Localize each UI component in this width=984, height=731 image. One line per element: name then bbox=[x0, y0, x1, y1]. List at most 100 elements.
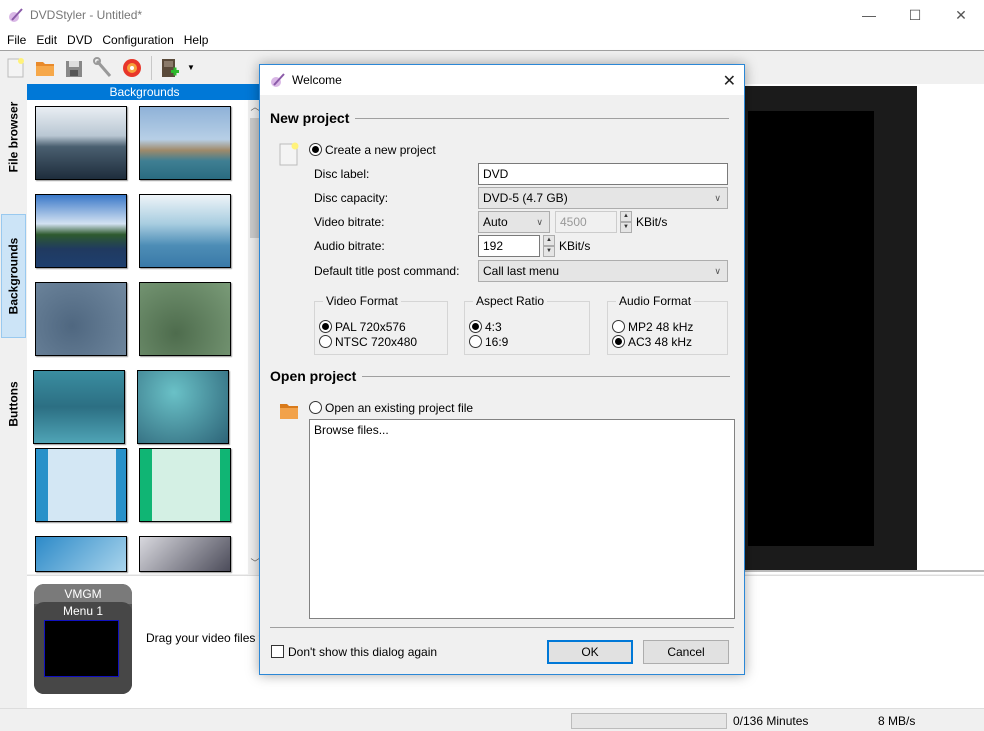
dvdstyler-app-icon bbox=[271, 73, 285, 87]
wrench-icon bbox=[93, 56, 112, 77]
audio-format-label: Audio Format bbox=[616, 294, 695, 308]
disc-capacity-select[interactable]: DVD-5 (4.7 GB) ∨ bbox=[478, 187, 728, 209]
create-new-project-label: Create a new project bbox=[325, 143, 436, 157]
close-window-button[interactable]: ✕ bbox=[938, 0, 984, 30]
settings-button[interactable] bbox=[91, 56, 115, 80]
background-thumb-teal-stripes[interactable] bbox=[33, 370, 125, 444]
save-icon bbox=[66, 60, 82, 77]
disc-capacity-label: Disc capacity: bbox=[314, 191, 389, 205]
tab-buttons[interactable]: Buttons bbox=[1, 364, 26, 444]
create-new-project-radio[interactable]: Create a new project bbox=[309, 143, 436, 157]
section-divider bbox=[362, 375, 731, 377]
background-thumb-green-frame[interactable] bbox=[139, 448, 231, 522]
burn-disc-icon bbox=[123, 58, 141, 77]
dvdstyler-app-icon bbox=[9, 8, 23, 22]
post-command-label: Default title post command: bbox=[314, 264, 460, 278]
add-file-dropdown-arrow[interactable]: ▼ bbox=[187, 63, 197, 72]
menu-help[interactable]: Help bbox=[179, 33, 214, 47]
vmgm-label: VMGM bbox=[34, 584, 132, 604]
save-project-button[interactable] bbox=[62, 56, 86, 80]
menu-canvas[interactable] bbox=[743, 86, 917, 571]
background-thumb-sea-clouds[interactable] bbox=[35, 106, 127, 180]
open-existing-project-radio[interactable]: Open an existing project file bbox=[309, 401, 473, 415]
spin-down-icon[interactable]: ▼ bbox=[620, 222, 632, 233]
burn-dvd-button[interactable] bbox=[120, 56, 144, 80]
post-command-value: Call last menu bbox=[483, 264, 560, 278]
cancel-button[interactable]: Cancel bbox=[643, 640, 729, 664]
disc-label-input[interactable]: DVD bbox=[478, 163, 728, 185]
background-thumb-blue-wave[interactable] bbox=[139, 194, 231, 268]
menu-thumbnail[interactable] bbox=[44, 620, 119, 677]
aspect-4-3-radio[interactable]: 4:3 bbox=[469, 320, 502, 334]
open-project-button[interactable] bbox=[33, 56, 57, 80]
ac3-label: AC3 48 kHz bbox=[628, 335, 693, 349]
aspect-16-9-radio[interactable]: 16:9 bbox=[469, 335, 508, 349]
background-thumb-blue-gradient[interactable] bbox=[35, 536, 127, 572]
new-project-section: New project bbox=[270, 110, 730, 126]
vmgm-menu-item[interactable]: VMGM Menu 1 bbox=[34, 584, 132, 694]
video-bitrate-mode-select[interactable]: Auto ∨ bbox=[478, 211, 550, 233]
background-thumb-teal-texture[interactable] bbox=[137, 370, 229, 444]
chevron-down-icon: ∨ bbox=[536, 217, 543, 227]
tab-file-browser[interactable]: File browser bbox=[1, 92, 26, 182]
audio-bitrate-unit: KBit/s bbox=[559, 239, 591, 253]
new-document-icon bbox=[279, 142, 299, 166]
minimize-button[interactable]: — bbox=[846, 0, 892, 30]
disc-capacity-value: DVD-5 (4.7 GB) bbox=[483, 191, 568, 205]
video-format-group: Video Format PAL 720x576 NTSC 720x480 bbox=[314, 294, 448, 355]
mp2-label: MP2 48 kHz bbox=[628, 320, 694, 334]
menu-dvd[interactable]: DVD bbox=[62, 33, 97, 47]
background-thumb-coast[interactable] bbox=[35, 194, 127, 268]
radio-indicator bbox=[612, 335, 625, 348]
aspect-16-9-label: 16:9 bbox=[485, 335, 509, 349]
dont-show-again-label: Don't show this dialog again bbox=[288, 645, 438, 659]
folder-icon bbox=[36, 61, 54, 76]
aspect-ratio-group: Aspect Ratio 4:3 16:9 bbox=[464, 294, 590, 355]
mp2-radio[interactable]: MP2 48 kHz bbox=[612, 320, 693, 334]
spin-down-icon[interactable]: ▼ bbox=[543, 246, 555, 257]
radio-indicator bbox=[319, 320, 332, 333]
video-bitrate-input[interactable]: 4500 bbox=[555, 211, 617, 233]
sidebar-tabs: File browser Backgrounds Buttons bbox=[0, 84, 27, 574]
browse-files-item[interactable]: Browse files... bbox=[314, 423, 730, 437]
tab-backgrounds[interactable]: Backgrounds bbox=[1, 214, 26, 338]
video-bitrate-unit: KBit/s bbox=[636, 215, 668, 229]
audio-bitrate-spinner[interactable]: ▲ ▼ bbox=[543, 235, 555, 257]
menu-edit[interactable]: Edit bbox=[31, 33, 62, 47]
background-thumb-green[interactable] bbox=[139, 282, 231, 356]
new-project-button[interactable] bbox=[4, 56, 28, 80]
menu-configuration[interactable]: Configuration bbox=[97, 33, 178, 47]
audio-bitrate-input[interactable]: 192 bbox=[478, 235, 540, 257]
chevron-down-icon: ∨ bbox=[714, 193, 721, 203]
radio-indicator bbox=[319, 335, 332, 348]
ac3-radio[interactable]: AC3 48 kHz bbox=[612, 335, 692, 349]
radio-indicator bbox=[309, 143, 322, 156]
ntsc-label: NTSC 720x480 bbox=[335, 335, 418, 349]
ntsc-radio[interactable]: NTSC 720x480 bbox=[319, 335, 417, 349]
menu-preview[interactable] bbox=[742, 84, 984, 574]
dont-show-again-checkbox[interactable]: Don't show this dialog again bbox=[271, 645, 437, 659]
video-bitrate-spinner[interactable]: ▲ ▼ bbox=[620, 211, 632, 233]
background-thumb-gray-gradient[interactable] bbox=[139, 536, 231, 572]
tab-file-browser-label: File browser bbox=[6, 101, 21, 173]
checkbox-indicator bbox=[271, 645, 284, 658]
maximize-button[interactable]: ☐ bbox=[892, 0, 938, 30]
pal-radio[interactable]: PAL 720x576 bbox=[319, 320, 406, 334]
spin-up-icon[interactable]: ▲ bbox=[543, 235, 555, 246]
project-file-list[interactable]: Browse files... bbox=[309, 419, 735, 619]
dialog-separator bbox=[270, 627, 734, 628]
background-thumb-blue-gray[interactable] bbox=[35, 282, 127, 356]
post-command-select[interactable]: Call last menu ∨ bbox=[478, 260, 728, 282]
spin-up-icon[interactable]: ▲ bbox=[620, 211, 632, 222]
dialog-close-button[interactable]: ✕ bbox=[723, 71, 736, 91]
audio-format-group: Audio Format MP2 48 kHz AC3 48 kHz bbox=[607, 294, 728, 355]
add-file-button[interactable] bbox=[158, 56, 182, 80]
ok-button[interactable]: OK bbox=[547, 640, 633, 664]
aspect-4-3-label: 4:3 bbox=[485, 320, 502, 334]
menu-file[interactable]: File bbox=[2, 33, 31, 47]
background-thumb-ship[interactable] bbox=[139, 106, 231, 180]
menu-canvas-area bbox=[748, 111, 874, 546]
new-document-icon bbox=[7, 57, 24, 77]
video-format-label: Video Format bbox=[323, 294, 401, 308]
background-thumb-blue-frame[interactable] bbox=[35, 448, 127, 522]
